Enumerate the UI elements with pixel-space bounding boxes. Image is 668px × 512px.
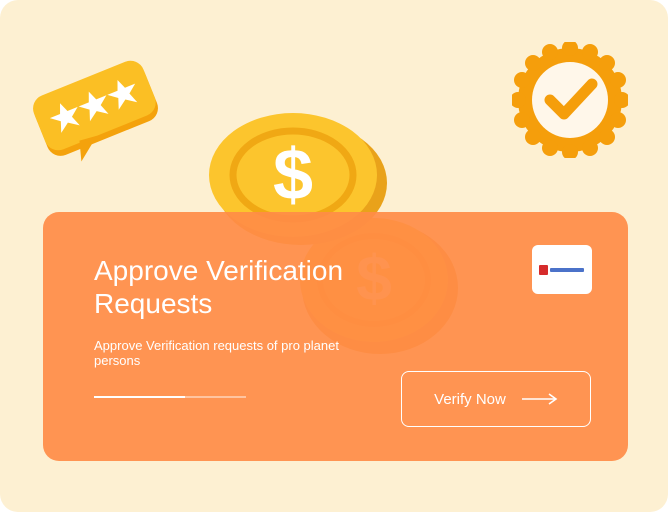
rating-stars-icon [33, 60, 158, 162]
progress-fill [94, 396, 186, 398]
verification-card: Approve Verification Requests Approve Ve… [43, 212, 628, 461]
verify-now-label: Verify Now [434, 390, 506, 408]
brand-logo [532, 245, 592, 294]
page-canvas: $ $ Approve Verification Requests [0, 0, 668, 512]
checkmark-badge-icon [512, 42, 628, 158]
verify-now-button[interactable]: Verify Now [401, 371, 591, 427]
progress-bar [94, 396, 246, 398]
card-description: Approve Verification requests of pro pla… [94, 338, 339, 368]
card-title: Approve Verification Requests [94, 255, 344, 319]
brand-logo-icon [539, 264, 584, 275]
arrow-right-icon [521, 393, 558, 405]
svg-text:$: $ [273, 135, 313, 215]
